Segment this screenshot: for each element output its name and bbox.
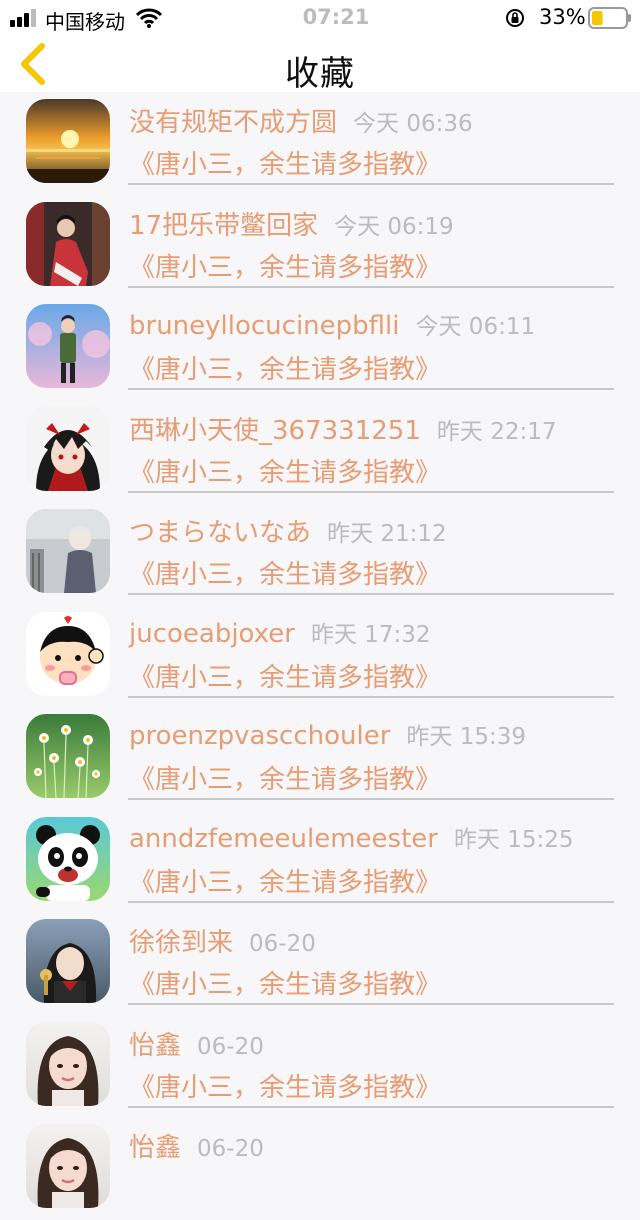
name-line: proenzpvascchouler 昨天 15:39 [129, 717, 526, 751]
list-item[interactable]: jucoeabjoxer 昨天 17:32 《唐小三，余生请多指教》 [0, 605, 640, 708]
orientation-lock-icon [506, 9, 524, 27]
favorite-title[interactable]: 《唐小三，余生请多指教》 [129, 349, 441, 386]
avatar[interactable] [26, 1124, 110, 1208]
list-item[interactable]: bruneyllocucinepbflli 今天 06:11 《唐小三，余生请多指教… [0, 297, 640, 400]
user-name[interactable]: jucoeabjoxer [129, 619, 295, 649]
name-line: 没有规矩不成方圆 今天 06:36 [129, 102, 473, 139]
divider [128, 798, 614, 800]
favorite-title[interactable]: 《唐小三，余生请多指教》 [129, 247, 441, 284]
favorite-title[interactable]: 《唐小三，余生请多指教》 [129, 862, 441, 899]
user-name[interactable]: 怡鑫 [129, 1031, 181, 1061]
timestamp: 06-20 [249, 931, 316, 957]
divider [128, 900, 614, 903]
list-item[interactable]: 17把乐带鳖回家 今天 06:19 《唐小三，余生请多指教》 [0, 195, 640, 298]
list-item[interactable]: anndzfemeeulemeester 昨天 15:25 《唐小三，余生请多指教》 [0, 810, 640, 913]
user-name[interactable]: 西琳小天使_367331251 [129, 416, 421, 446]
divider [128, 1003, 614, 1005]
divider [128, 183, 614, 185]
page-title: 收藏 [285, 54, 355, 94]
list-item[interactable]: 怡鑫 06-20 [0, 1117, 640, 1220]
list-item[interactable]: 没有规矩不成方圆 今天 06:36 《唐小三，余生请多指教》 [0, 92, 640, 195]
timestamp: 昨天 22:17 [436, 418, 557, 445]
name-line: 徐徐到来 06-20 [129, 922, 316, 959]
battery-percent: 33% [539, 5, 586, 29]
timestamp: 06-20 [197, 1033, 264, 1060]
avatar[interactable] [26, 99, 110, 183]
divider [128, 388, 614, 390]
divider [128, 593, 614, 595]
timestamp: 昨天 15:39 [406, 724, 526, 750]
avatar[interactable] [26, 304, 110, 388]
list-item[interactable]: 徐徐到来 06-20 《唐小三，余生请多指教》 [0, 912, 640, 1015]
name-line: 怡鑫 06-20 [129, 1127, 264, 1164]
name-line: 17把乐带鳖回家 今天 06:19 [129, 205, 454, 242]
timestamp: 昨天 17:32 [310, 621, 431, 648]
favorite-title[interactable]: 《唐小三，余生请多指教》 [129, 452, 441, 489]
favorite-title[interactable]: 《唐小三，余生请多指教》 [129, 657, 441, 694]
avatar[interactable] [26, 509, 110, 593]
favorite-title[interactable]: 《唐小三，余生请多指教》 [129, 1067, 441, 1104]
name-line: つまらないなあ 昨天 21:12 [129, 512, 447, 549]
favorites-list: 没有规矩不成方圆 今天 06:36 《唐小三，余生请多指教》 17把乐带鳖回家 今天 0… [0, 92, 640, 1220]
name-line: anndzfemeeulemeester 昨天 15:25 [129, 820, 574, 854]
avatar[interactable] [26, 406, 110, 491]
avatar[interactable] [26, 1021, 110, 1106]
user-name[interactable]: 怡鑫 [129, 1133, 181, 1163]
user-name[interactable]: 没有规矩不成方圆 [129, 108, 337, 138]
divider [128, 490, 614, 493]
user-name[interactable]: bruneyllocucinepbflli [129, 311, 400, 341]
divider [128, 695, 614, 698]
name-line: bruneyllocucinepbflli 今天 06:11 [129, 307, 535, 341]
list-item[interactable]: proenzpvascchouler 昨天 15:39 《唐小三，余生请多指教》 [0, 707, 640, 810]
avatar[interactable] [26, 919, 110, 1003]
favorite-title[interactable]: 《唐小三，余生请多指教》 [129, 964, 441, 1001]
timestamp: 06-20 [197, 1136, 264, 1162]
favorite-title[interactable]: 《唐小三，余生请多指教》 [129, 144, 441, 181]
timestamp: 今天 06:19 [334, 213, 454, 240]
timestamp: 昨天 15:25 [453, 826, 574, 853]
timestamp: 昨天 21:12 [327, 521, 447, 547]
nav-bar: 收藏 [0, 36, 640, 94]
divider [128, 285, 614, 288]
name-line: 西琳小天使_367331251 昨天 22:17 [129, 410, 556, 447]
name-line: 怡鑫 06-20 [129, 1025, 264, 1062]
avatar[interactable] [26, 816, 110, 901]
favorite-title[interactable]: 《唐小三，余生请多指教》 [129, 759, 441, 796]
name-line: jucoeabjoxer 昨天 17:32 [129, 615, 431, 649]
list-item[interactable]: 怡鑫 06-20 《唐小三，余生请多指教》 [0, 1015, 640, 1118]
timestamp: 今天 06:11 [415, 314, 536, 340]
favorite-title[interactable]: 《唐小三，余生请多指教》 [129, 554, 441, 591]
avatar[interactable] [26, 611, 110, 696]
list-item[interactable]: 西琳小天使_367331251 昨天 22:17 《唐小三，余生请多指教》 [0, 400, 640, 503]
avatar[interactable] [26, 714, 110, 798]
status-bar: 中国移动 07:21 33% [0, 0, 640, 36]
battery-icon [588, 7, 631, 29]
user-name[interactable]: 徐徐到来 [129, 928, 233, 958]
user-name[interactable]: 17把乐带鳖回家 [129, 211, 318, 241]
divider [128, 1105, 614, 1108]
avatar[interactable] [26, 201, 110, 286]
user-name[interactable]: anndzfemeeulemeester [129, 824, 438, 854]
timestamp: 今天 06:36 [353, 111, 473, 137]
list-item[interactable]: つまらないなあ 昨天 21:12 《唐小三，余生请多指教》 [0, 502, 640, 605]
user-name[interactable]: つまらないなあ [129, 518, 311, 548]
user-name[interactable]: proenzpvascchouler [129, 721, 390, 751]
